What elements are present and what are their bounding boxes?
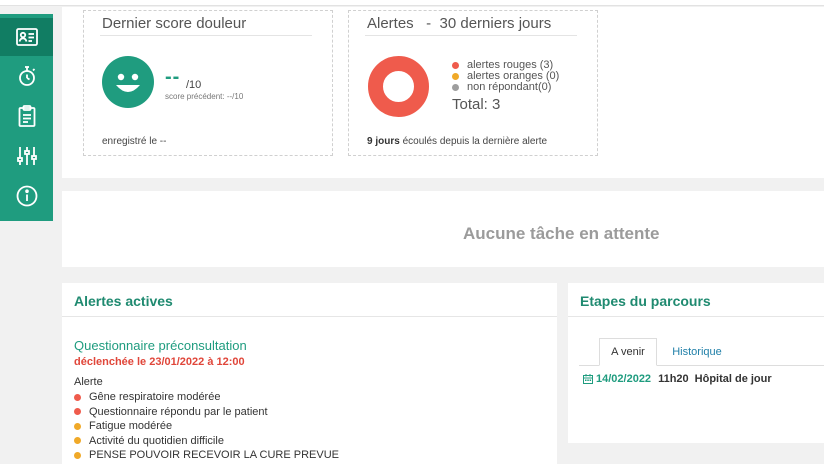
tab-upcoming[interactable]: A venir [599, 338, 657, 366]
alert-text: Fatigue modérée [89, 420, 173, 432]
alert-text: Questionnaire répondu par le patient [89, 405, 268, 418]
alert-text: Activité du quotidien difficile [89, 434, 224, 447]
calendar-icon [583, 374, 593, 384]
sidebar-item-timer[interactable] [0, 57, 53, 95]
list-item: Questionnaire répondu par le patient [74, 405, 339, 420]
list-item: Gêne respiratoire modérée [74, 390, 339, 405]
alert-dot-icon [74, 408, 81, 416]
sliders-icon [16, 147, 37, 165]
red-dot-icon [452, 62, 459, 69]
id-card-icon [15, 28, 38, 46]
step-place: Hôpital de jour [694, 373, 772, 385]
pain-score-value: -- [165, 66, 181, 88]
elapsed-text: écoulés depuis la dernière alerte [399, 136, 548, 147]
journey-tabs: A venir Historique [579, 338, 824, 366]
sidebar-item-info[interactable] [0, 177, 53, 215]
stopwatch-icon [18, 66, 35, 86]
registered-date: enregistré le -- [102, 136, 167, 147]
alert-dot-icon [74, 393, 81, 401]
legend-grey-label: non répondant(0) [467, 81, 552, 93]
alerts-elapsed: 9 jours écoulés depuis la dernière alert… [367, 136, 547, 147]
questionnaire-link[interactable]: Questionnaire préconsultation [74, 338, 247, 353]
sidebar [0, 14, 53, 221]
pain-card-divider [100, 35, 312, 36]
active-alerts-divider [62, 316, 557, 317]
alert-dot-icon [74, 451, 81, 459]
clipboard-icon [18, 105, 35, 127]
orange-dot-icon [452, 73, 459, 80]
grey-dot-icon [452, 84, 459, 91]
alerts-card-title: Alertes - 30 derniers jours [367, 15, 552, 32]
alert-text: PENSE POUVOIR RECEVOIR LA CURE PREVUE [89, 449, 340, 461]
previous-score: score précédent: --/10 [165, 92, 244, 101]
info-icon [16, 185, 37, 207]
alerts-card-divider [365, 35, 577, 36]
tab-history[interactable]: Historique [665, 338, 729, 366]
alert-dot-icon [74, 422, 81, 430]
step-date: 14/02/2022 [596, 373, 652, 385]
alert-text: Gêne respiratoire modérée [89, 391, 221, 403]
alert-dot-icon [74, 437, 81, 445]
no-pending-tasks: Aucune tâche en attente [463, 224, 660, 243]
alerts-legend: alertes rouges (3) alertes oranges (0) n… [452, 60, 559, 93]
journey-title: Etapes du parcours [580, 293, 711, 309]
sidebar-item-profile[interactable] [0, 18, 53, 56]
legend-grey: non répondant(0) [452, 82, 559, 93]
sidebar-item-settings[interactable] [0, 137, 53, 175]
alerts-total: Total: 3 [452, 96, 501, 113]
tasks-panel [62, 191, 824, 267]
elapsed-days: 9 jours [367, 136, 400, 147]
list-item: Fatigue modérée [74, 419, 339, 434]
pain-card-title: Dernier score douleur [102, 15, 247, 32]
trigger-date: déclenchée le 23/01/2022 à 12:00 [74, 356, 245, 368]
pain-score-denominator: /10 [186, 79, 202, 91]
alert-label: Alerte [74, 376, 103, 388]
smiley-icon [102, 56, 154, 108]
top-bar [0, 0, 824, 6]
step-time: 11h20 [658, 373, 689, 385]
list-item: Activité du quotidien difficile [74, 434, 339, 449]
sidebar-item-questionnaires[interactable] [0, 97, 53, 135]
list-item: PENSE POUVOIR RECEVOIR LA CURE PREVUE [74, 448, 339, 463]
journey-divider [568, 316, 824, 317]
alerts-donut-chart [368, 56, 429, 117]
alert-list: Gêne respiratoire modérée Questionnaire … [74, 390, 339, 463]
active-alerts-title: Alertes actives [74, 293, 173, 309]
journey-step-row[interactable]: 14/02/2022 11h20 Hôpital de jour [583, 373, 772, 385]
